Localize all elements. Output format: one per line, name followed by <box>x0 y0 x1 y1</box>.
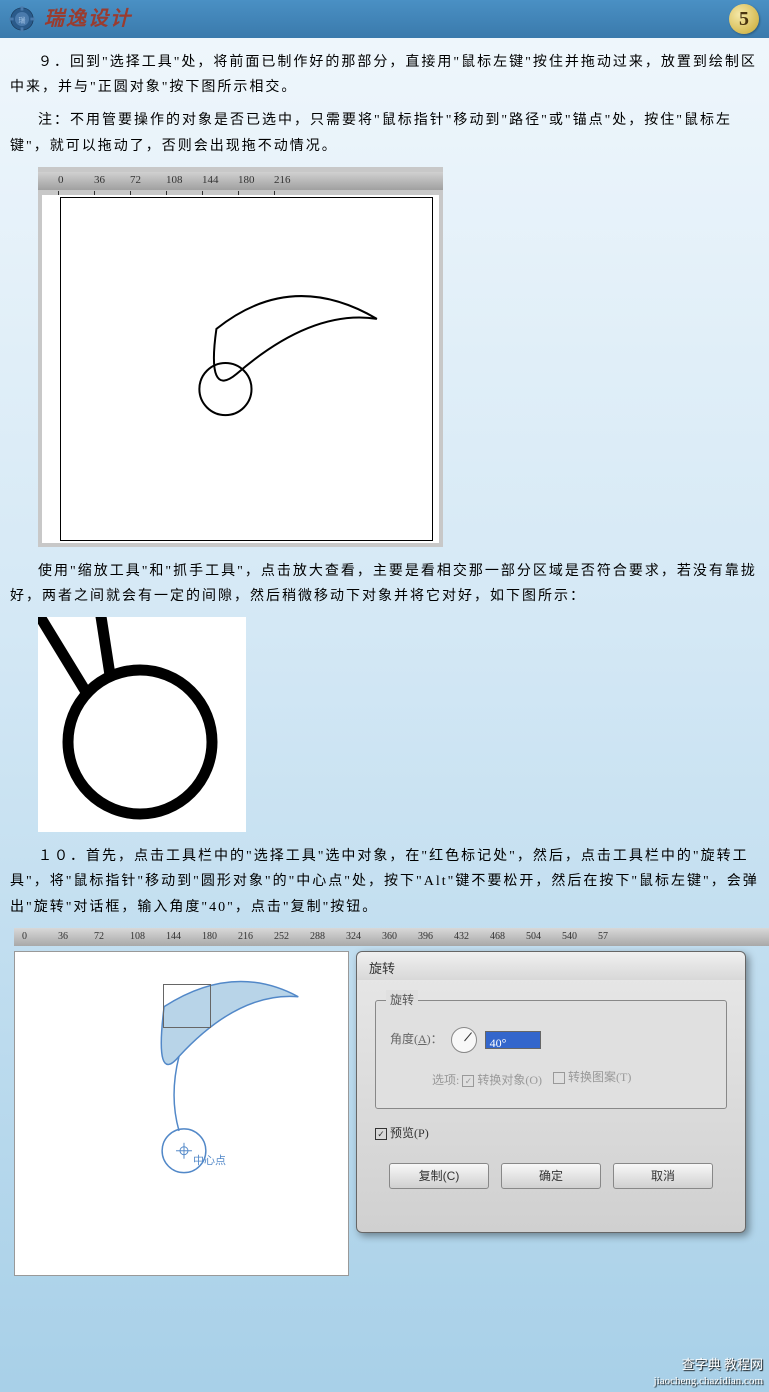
watermark-main: 查字典 教程网 <box>654 1357 763 1374</box>
rotate-fieldset: 旋转 角度(A)： 40° 选项: ✓ 转换对象(O) <box>375 990 727 1109</box>
angle-input[interactable]: 40° <box>485 1031 541 1049</box>
checkbox-checked-icon: ✓ <box>375 1128 387 1140</box>
transform-pattern-checkbox[interactable]: 转换图案(T) <box>553 1067 631 1089</box>
content: ９．回到"选择工具"处，将前面已制作好的那部分，直接用"鼠标左键"按住并拖动过来… <box>0 38 769 1290</box>
ruler-tick: 36 <box>58 928 94 946</box>
ruler-tick: 72 <box>94 928 130 946</box>
ruler-tick: 72 <box>130 171 166 191</box>
ok-button[interactable]: 确定 <box>501 1163 601 1189</box>
paragraph-step10: １０．首先，点击工具栏中的"选择工具"选中对象，在"红色标记处"，然后，点击工具… <box>10 844 759 920</box>
ruler-tick: 108 <box>130 928 166 946</box>
artboard-border <box>60 197 433 541</box>
canvas-area <box>42 195 439 543</box>
page: 瑞 瑞逸设计 5 ９．回到"选择工具"处，将前面已制作好的那部分，直接用"鼠标左… <box>0 0 769 1392</box>
ruler-tick: 180 <box>238 171 274 191</box>
ruler-tick: 144 <box>202 171 238 191</box>
ruler-tick: 468 <box>490 928 526 946</box>
ruler-tick: 504 <box>526 928 562 946</box>
options-row: 选项: ✓ 转换对象(O) 转换图案(T) <box>390 1067 712 1092</box>
ruler-horizontal-3: 0 36 72 108 144 180 216 252 288 324 360 … <box>14 928 769 946</box>
paragraph-zoom: 使用"缩放工具"和"抓手工具"，点击放大查看，主要是看相交那一部分区域是否符合要… <box>10 559 759 609</box>
page-number-badge: 5 <box>729 4 759 34</box>
angle-dial-icon[interactable] <box>451 1027 477 1053</box>
transform-object-checkbox[interactable]: ✓ 转换对象(O) <box>462 1070 542 1092</box>
dialog-body: 旋转 角度(A)： 40° 选项: ✓ 转换对象(O) <box>357 980 745 1199</box>
header-title: 瑞逸设计 <box>44 1 132 37</box>
options-label: 选项: <box>432 1073 459 1087</box>
paragraph-note: 注：不用管要操作的对象是否已选中，只需要将"鼠标指针"移动到"路径"或"锚点"处… <box>10 108 759 158</box>
gear-logo-icon: 瑞 <box>8 5 36 33</box>
checkbox-label: 转换对象(O) <box>477 1070 542 1092</box>
ruler-tick: 36 <box>94 171 130 191</box>
figure-3: 0 36 72 108 144 180 216 252 288 324 360 … <box>14 928 769 1278</box>
ruler-tick: 252 <box>274 928 310 946</box>
crescent-drawing-icon <box>61 198 432 540</box>
checkbox-label: 转换图案(T) <box>568 1067 631 1089</box>
ruler-tick: 144 <box>166 928 202 946</box>
rotate-dialog: 旋转 旋转 角度(A)： 40° 选项: ✓ 转换 <box>356 951 746 1233</box>
angle-label: 角度(A)： <box>390 1029 443 1051</box>
watermark-sub: jiaocheng.chazidian.com <box>654 1374 763 1388</box>
copy-button[interactable]: 复制(C) <box>389 1163 489 1189</box>
preview-checkbox[interactable]: ✓ 预览(P) <box>375 1123 727 1145</box>
dialog-buttons: 复制(C) 确定 取消 <box>375 1163 727 1189</box>
ruler-tick: 540 <box>562 928 598 946</box>
paragraph-step9: ９．回到"选择工具"处，将前面已制作好的那部分，直接用"鼠标左键"按住并拖动过来… <box>10 50 759 100</box>
circle-closeup-icon <box>38 617 246 832</box>
fieldset-legend: 旋转 <box>386 990 418 1012</box>
ruler-tick: 288 <box>310 928 346 946</box>
preview-label: 预览(P) <box>390 1123 429 1145</box>
ruler-tick: 432 <box>454 928 490 946</box>
ruler-tick: 0 <box>22 928 58 946</box>
angle-row: 角度(A)： 40° <box>390 1027 712 1053</box>
checkbox-unchecked-icon <box>553 1072 565 1084</box>
watermark: 查字典 教程网 jiaocheng.chazidian.com <box>654 1357 763 1388</box>
figure-2 <box>38 617 246 832</box>
cancel-button[interactable]: 取消 <box>613 1163 713 1189</box>
ruler-tick: 324 <box>346 928 382 946</box>
canvas-area-3: 中心点 <box>14 951 349 1276</box>
ruler-tick: 180 <box>202 928 238 946</box>
svg-text:瑞: 瑞 <box>19 16 26 25</box>
ruler-tick: 360 <box>382 928 418 946</box>
ruler-tick: 216 <box>238 928 274 946</box>
center-point-label: 中心点 <box>193 1152 226 1172</box>
ruler-tick: 108 <box>166 171 202 191</box>
selection-box <box>163 984 211 1028</box>
ruler-tick: 216 <box>274 171 310 191</box>
ruler-tick: 0 <box>58 171 94 191</box>
ruler-tick: 57 <box>598 928 634 946</box>
header: 瑞 瑞逸设计 5 <box>0 0 769 38</box>
ruler-horizontal: 0 36 72 108 144 180 216 <box>38 172 443 190</box>
figure-1: 0 36 72 108 144 180 216 <box>38 167 443 547</box>
ruler-tick: 396 <box>418 928 454 946</box>
checkbox-checked-icon: ✓ <box>462 1075 474 1087</box>
dialog-title: 旋转 <box>357 952 745 980</box>
